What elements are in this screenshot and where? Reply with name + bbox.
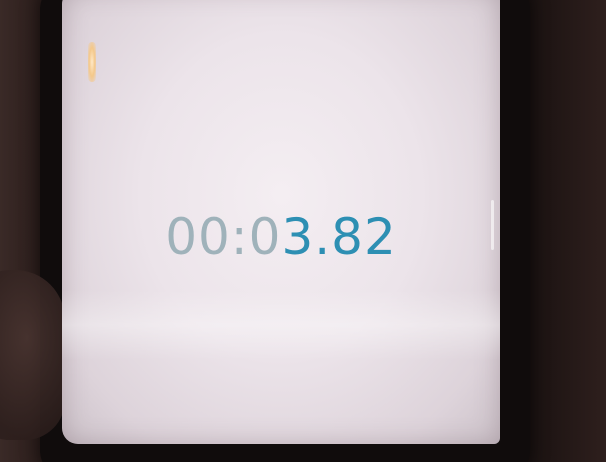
photo-frame: 00:03.82 [0, 0, 606, 462]
stopwatch-inactive-digits: 00:0 [165, 208, 282, 266]
holding-finger [0, 270, 65, 440]
stopwatch-active-digits: 3.82 [281, 208, 397, 266]
screen-light-band [62, 290, 500, 360]
phone-screen: 00:03.82 [62, 0, 500, 444]
stopwatch-display: 00:03.82 [62, 212, 500, 262]
light-glare [88, 42, 96, 82]
